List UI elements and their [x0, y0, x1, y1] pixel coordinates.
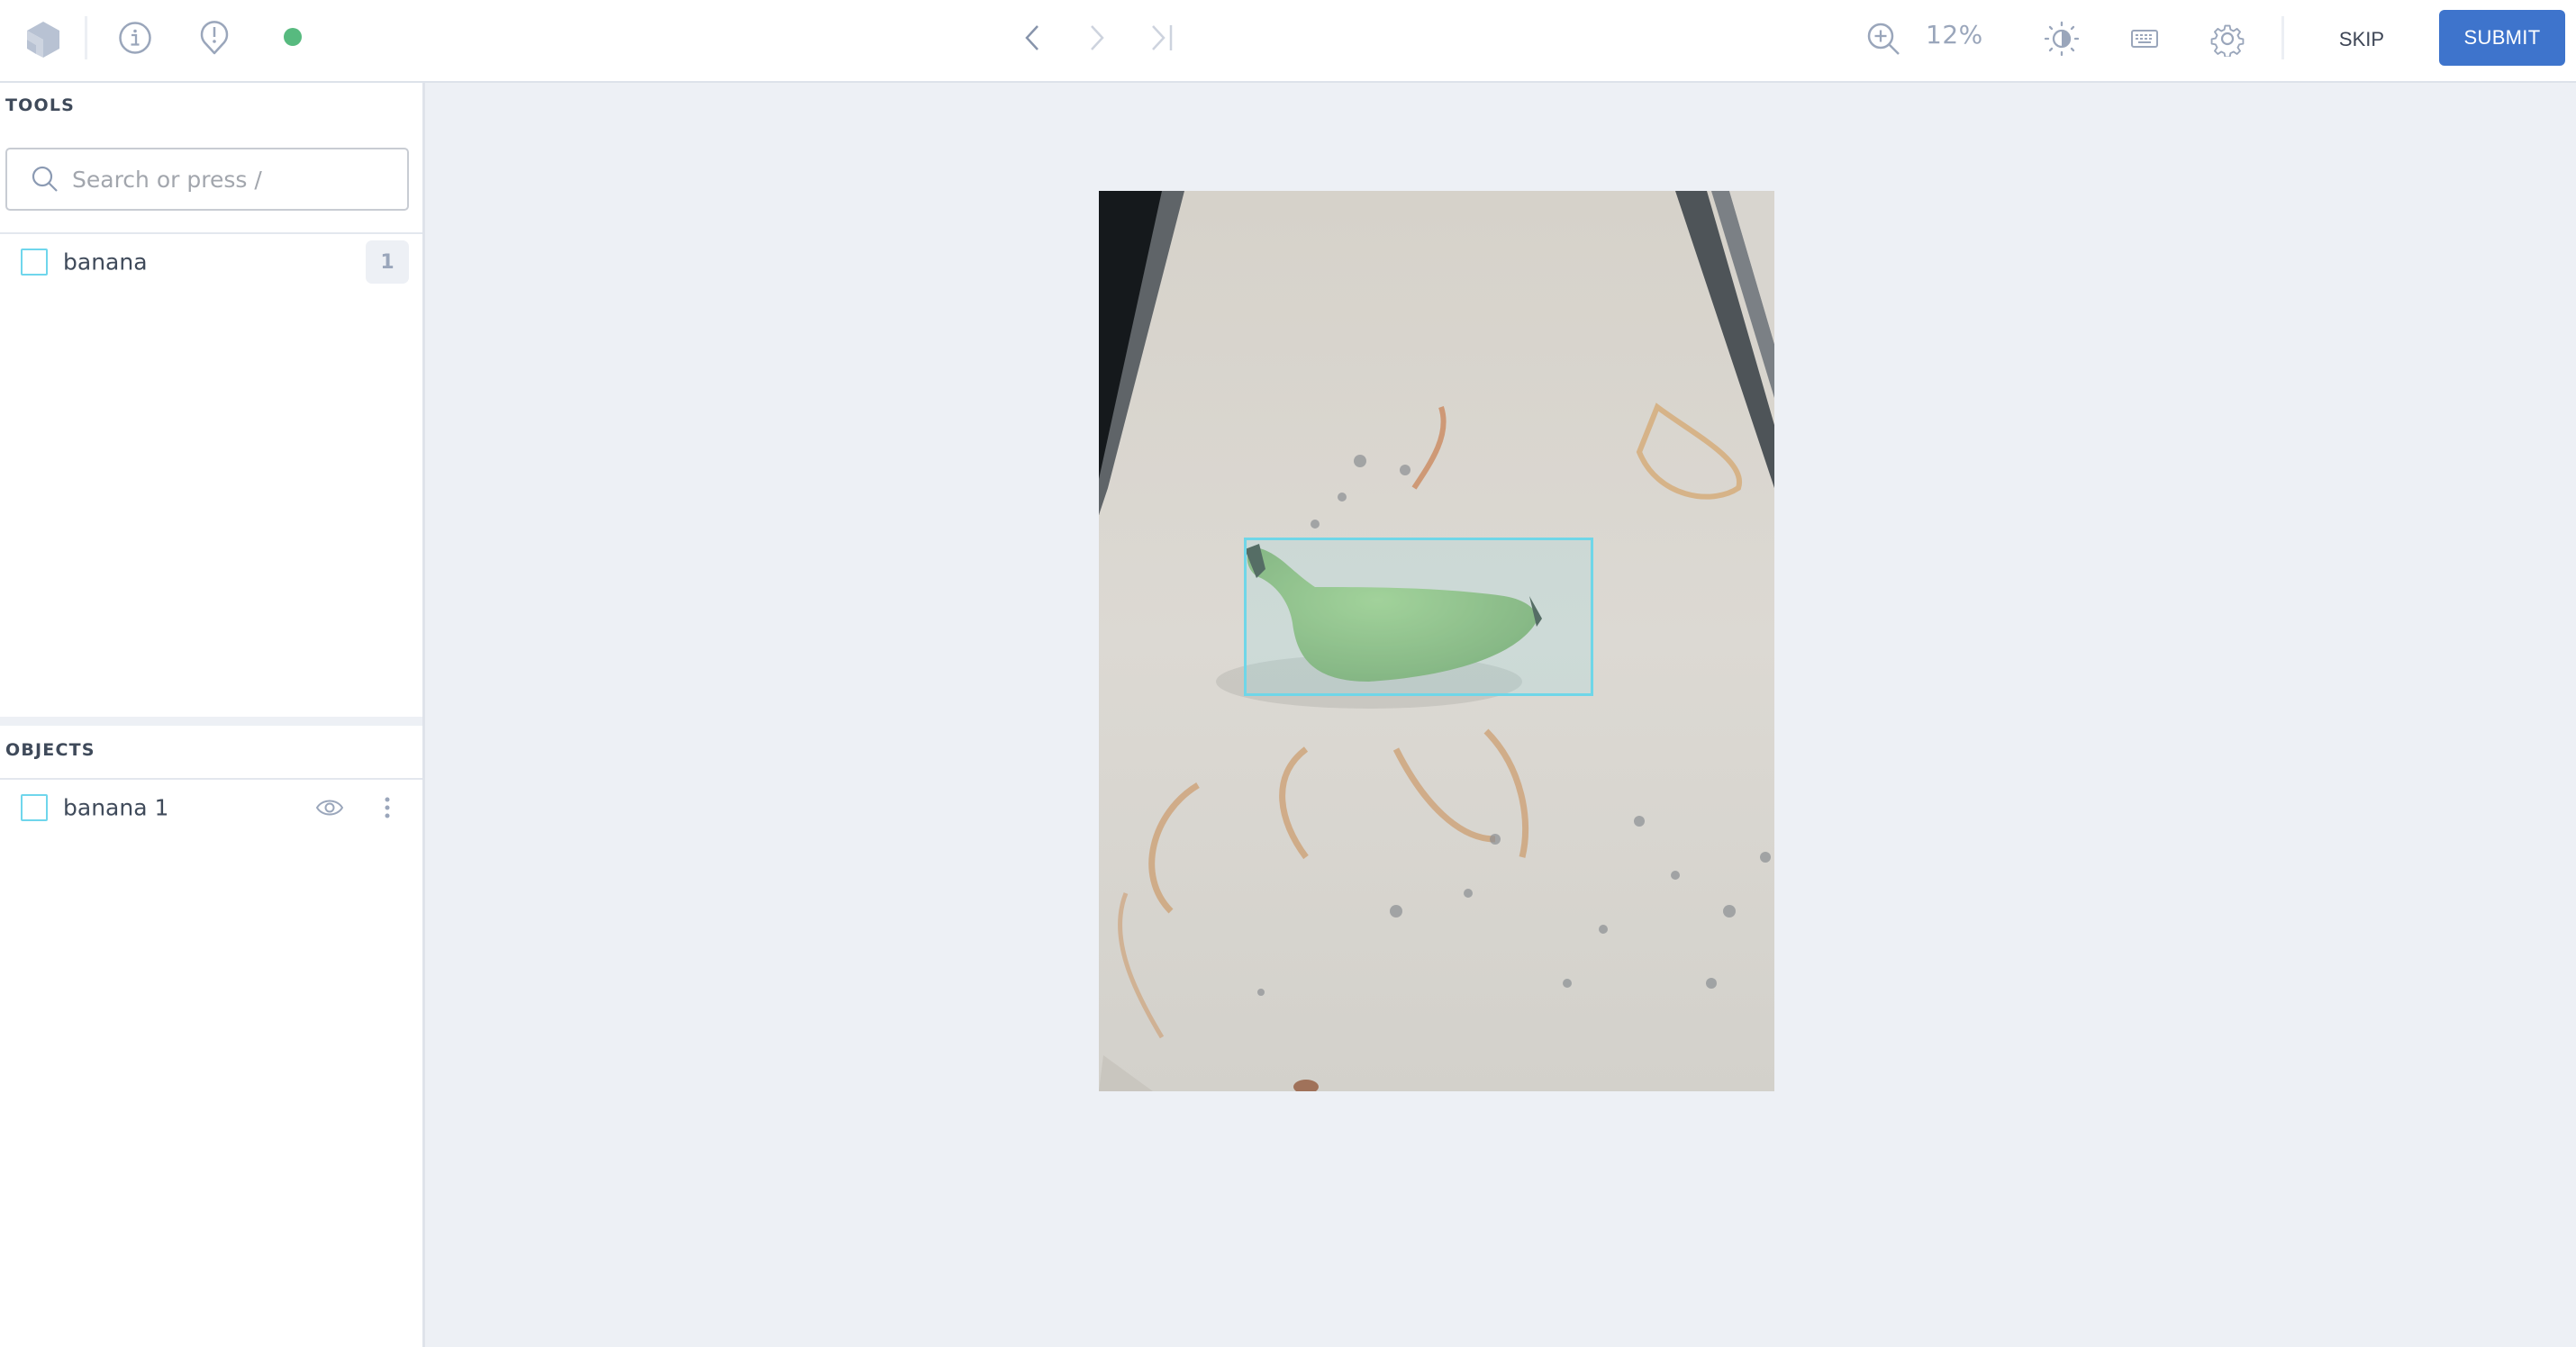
more-options-icon[interactable] [376, 792, 398, 823]
annotated-image[interactable] [1099, 191, 1774, 1091]
tool-search-box[interactable] [5, 148, 409, 211]
zoom-level: 12% [1926, 20, 1983, 50]
header-divider-right [2281, 16, 2284, 59]
info-icon[interactable] [115, 18, 155, 58]
search-icon [31, 165, 59, 194]
tool-item-banana[interactable]: banana 1 [0, 236, 422, 288]
section-separator [0, 717, 422, 726]
object-color-swatch [21, 794, 48, 821]
tools-divider [0, 232, 422, 234]
header-divider [85, 16, 87, 59]
chevron-left-icon[interactable] [1016, 20, 1048, 56]
tools-section-title: TOOLS [5, 95, 76, 115]
left-sidebar: TOOLS banana 1 OBJECTS banana 1 [0, 83, 425, 1347]
eye-icon[interactable] [312, 794, 348, 821]
objects-divider [0, 778, 422, 780]
tool-color-swatch [21, 249, 48, 276]
status-dot-icon [283, 27, 303, 47]
gear-icon[interactable] [2207, 18, 2248, 59]
chevron-right-icon[interactable] [1081, 20, 1113, 56]
search-input[interactable] [72, 166, 396, 193]
top-toolbar: 12% SKIP SUBMIT [0, 0, 2576, 83]
objects-section-title: OBJECTS [5, 740, 95, 760]
bounding-box-banana-1[interactable] [1244, 538, 1593, 696]
skip-to-end-icon[interactable] [1144, 20, 1180, 56]
annotation-canvas[interactable] [425, 83, 2576, 1347]
tool-item-count: 1 [366, 240, 409, 284]
object-item-banana-1[interactable]: banana 1 [0, 782, 422, 834]
alert-pin-icon[interactable] [195, 18, 234, 58]
zoom-in-icon[interactable] [1863, 18, 1904, 59]
object-item-label: banana 1 [63, 794, 169, 821]
tool-item-label: banana [63, 249, 148, 276]
keyboard-icon[interactable] [2126, 22, 2163, 56]
submit-button[interactable]: SUBMIT [2439, 10, 2565, 66]
skip-button[interactable]: SKIP [2329, 14, 2394, 65]
brightness-contrast-icon[interactable] [2041, 18, 2082, 59]
cube-logo-icon[interactable] [23, 18, 63, 61]
